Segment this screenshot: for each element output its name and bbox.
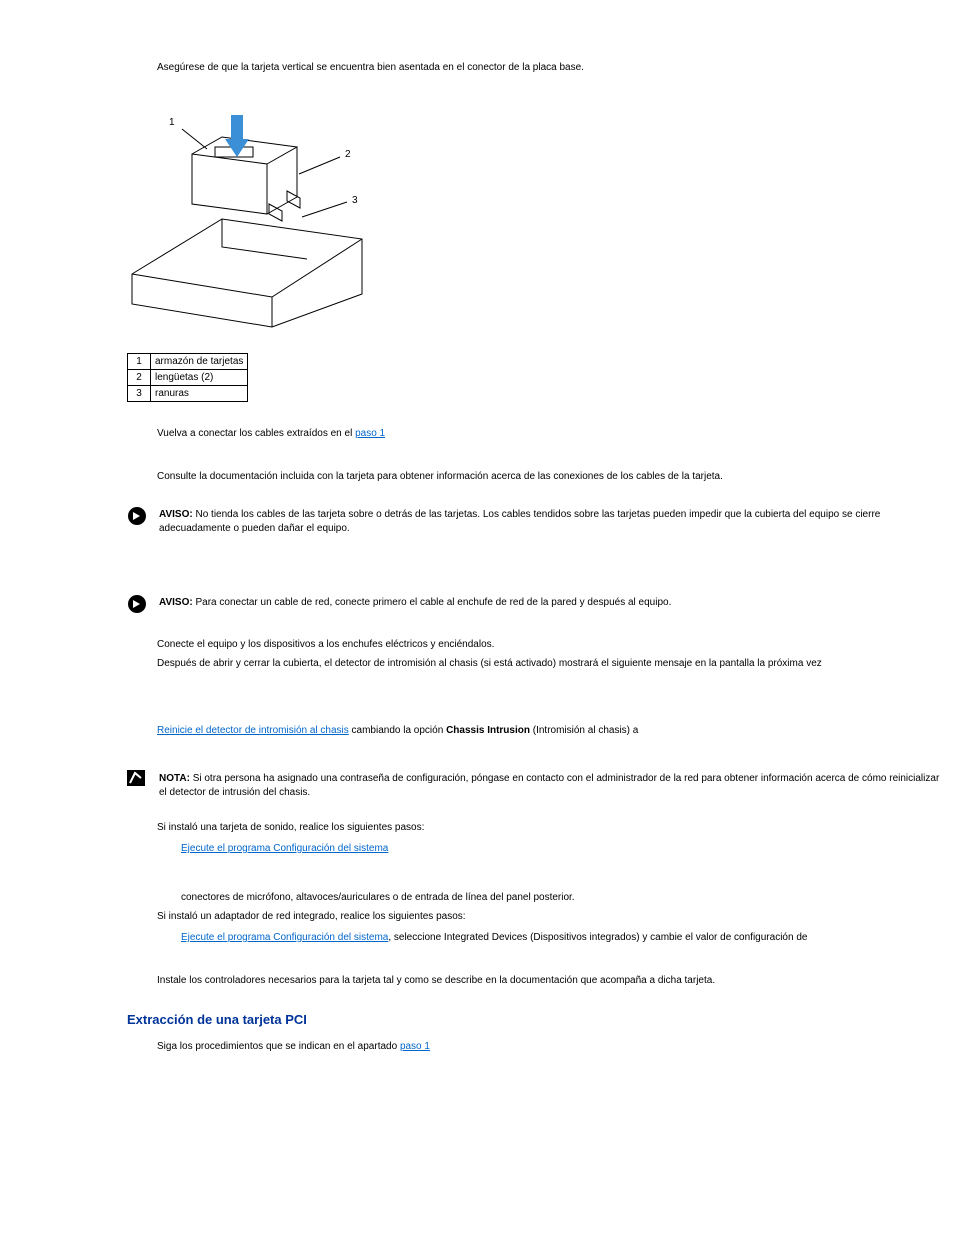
text: Siga los procedimientos que se indican e…	[157, 1041, 400, 1052]
substep-ejecute-red: Ejecute el programa Configuración del si…	[181, 930, 947, 945]
diagram-callout-2: 2	[345, 149, 351, 160]
diagram-callout-3: 3	[352, 195, 358, 206]
callout-label: lengüetas (2)	[151, 370, 248, 386]
notice-icon	[127, 506, 151, 529]
text: cambiando la opción	[349, 725, 446, 736]
table-row: 2 lengüetas (2)	[128, 370, 248, 386]
link-paso1[interactable]: paso 1	[355, 428, 385, 439]
step-instale: Instale los controladores necesarios par…	[157, 973, 947, 988]
aviso-text: Para conectar un cable de red, conecte p…	[195, 597, 671, 608]
substep-ejecute-sonido: Ejecute el programa Configuración del si…	[181, 841, 947, 856]
step-reinicie: Reinicie el detector de intromisión al c…	[157, 723, 947, 738]
callout-label: ranuras	[151, 386, 248, 402]
link-paso1[interactable]: paso 1	[400, 1041, 430, 1052]
notice-icon	[127, 594, 151, 617]
link-config-sistema[interactable]: Ejecute el programa Configuración del si…	[181, 932, 388, 943]
heading-extraccion-pci: Extracción de una tarjeta PCI	[127, 1012, 947, 1027]
step-extraccion: Siga los procedimientos que se indican e…	[157, 1039, 947, 1054]
nota-label: NOTA:	[159, 773, 193, 784]
nota-text: Si otra persona ha asignado una contrase…	[159, 773, 939, 798]
step-red: Si instaló un adaptador de red integrado…	[157, 909, 947, 924]
aviso-text: No tienda los cables de las tarjeta sobr…	[159, 509, 880, 534]
callout-num: 1	[128, 354, 151, 370]
step-consulte: Consulte la documentación incluida con l…	[157, 469, 947, 484]
substep-conectores: conectores de micrófono, altavoces/auric…	[181, 890, 947, 905]
aviso-cable-red: AVISO: Para conectar un cable de red, co…	[127, 596, 947, 617]
note-icon	[127, 770, 151, 789]
aviso-label: AVISO:	[159, 597, 195, 608]
link-config-sistema[interactable]: Ejecute el programa Configuración del si…	[181, 843, 388, 854]
callout-table: 1 armazón de tarjetas 2 lengüetas (2) 3 …	[127, 353, 248, 402]
callout-num: 2	[128, 370, 151, 386]
text: , seleccione Integrated Devices (Disposi…	[388, 932, 807, 943]
link-reinicie-detector[interactable]: Reinicie el detector de intromisión al c…	[157, 725, 349, 736]
table-row: 3 ranuras	[128, 386, 248, 402]
option-name: Chassis Intrusion	[446, 725, 530, 736]
text: Vuelva a conectar los cables extraídos e…	[157, 428, 355, 439]
aviso-no-cables: AVISO: No tienda los cables de las tarje…	[127, 508, 947, 536]
document-page: Asegúrese de que la tarjeta vertical se …	[7, 0, 947, 1098]
callout-label: armazón de tarjetas	[151, 354, 248, 370]
aviso-label: AVISO:	[159, 509, 195, 520]
step-intromision: Después de abrir y cerrar la cubierta, e…	[157, 656, 947, 671]
table-row: 1 armazón de tarjetas	[128, 354, 248, 370]
text: (Intromisión al chasis) a	[530, 725, 638, 736]
callout-num: 3	[128, 386, 151, 402]
step-reconnect: Vuelva a conectar los cables extraídos e…	[157, 426, 947, 441]
nota-password: NOTA: Si otra persona ha asignado una co…	[127, 772, 947, 800]
step-conecte: Conecte el equipo y los dispositivos a l…	[157, 637, 947, 652]
step-asegurese: Asegúrese de que la tarjeta vertical se …	[157, 60, 947, 75]
diagram-callout-1: 1	[169, 117, 175, 128]
riser-cage-diagram: 1 2 3	[127, 99, 367, 329]
step-sonido: Si instaló una tarjeta de sonido, realic…	[157, 820, 947, 835]
